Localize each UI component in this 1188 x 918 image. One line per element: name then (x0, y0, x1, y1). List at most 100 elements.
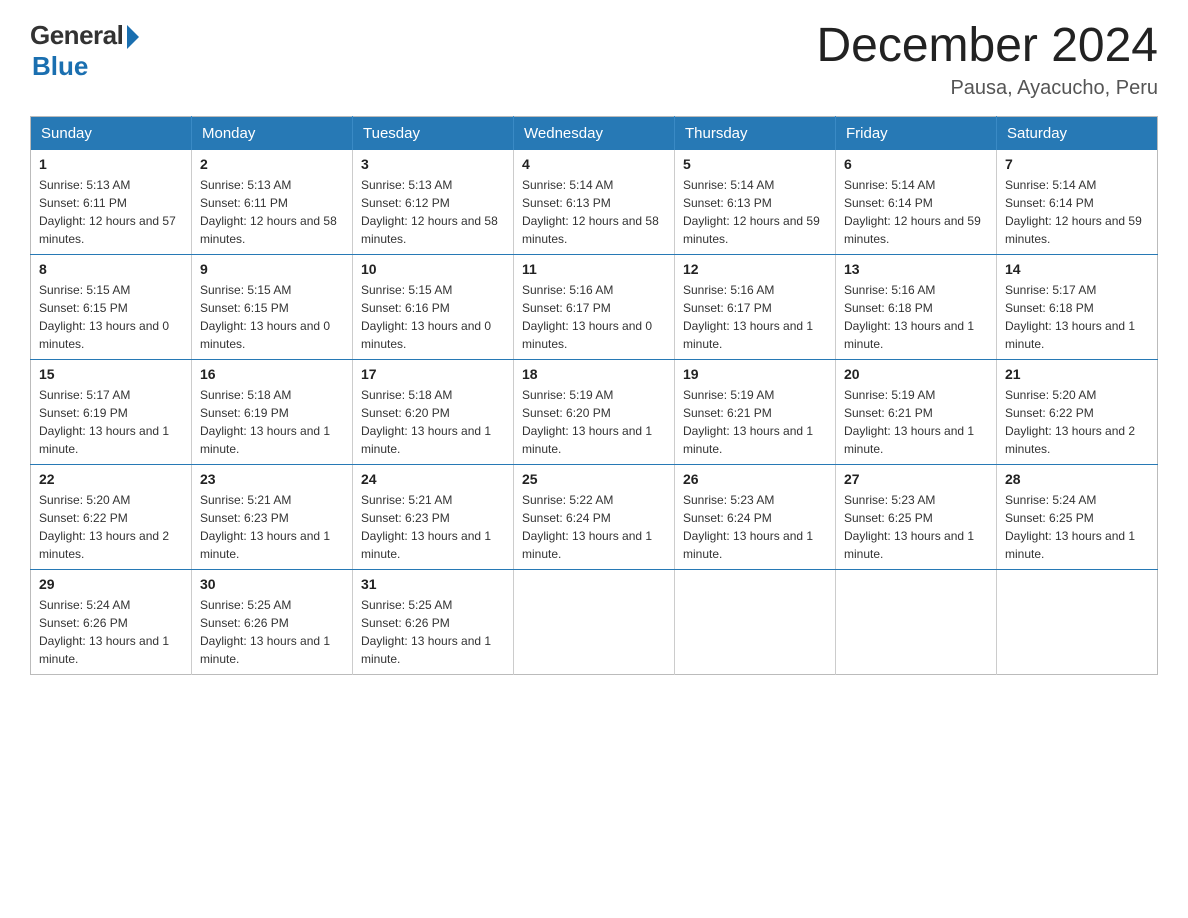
calendar-day-cell: 17 Sunrise: 5:18 AMSunset: 6:20 PMDaylig… (353, 359, 514, 464)
day-info: Sunrise: 5:15 AMSunset: 6:15 PMDaylight:… (200, 283, 330, 351)
day-number: 2 (200, 156, 344, 172)
day-info: Sunrise: 5:22 AMSunset: 6:24 PMDaylight:… (522, 493, 652, 561)
day-info: Sunrise: 5:13 AMSunset: 6:11 PMDaylight:… (200, 178, 337, 246)
day-number: 13 (844, 261, 988, 277)
day-info: Sunrise: 5:16 AMSunset: 6:18 PMDaylight:… (844, 283, 974, 351)
calendar-day-cell: 30 Sunrise: 5:25 AMSunset: 6:26 PMDaylig… (192, 569, 353, 674)
day-info: Sunrise: 5:16 AMSunset: 6:17 PMDaylight:… (522, 283, 652, 351)
day-info: Sunrise: 5:14 AMSunset: 6:14 PMDaylight:… (1005, 178, 1142, 246)
day-info: Sunrise: 5:13 AMSunset: 6:11 PMDaylight:… (39, 178, 176, 246)
calendar-day-cell: 19 Sunrise: 5:19 AMSunset: 6:21 PMDaylig… (675, 359, 836, 464)
day-info: Sunrise: 5:19 AMSunset: 6:21 PMDaylight:… (683, 388, 813, 456)
weekday-header-sunday: Sunday (31, 116, 192, 150)
location-title: Pausa, Ayacucho, Peru (816, 77, 1158, 100)
calendar-day-cell: 2 Sunrise: 5:13 AMSunset: 6:11 PMDayligh… (192, 150, 353, 255)
weekday-header-monday: Monday (192, 116, 353, 150)
calendar-week-row: 1 Sunrise: 5:13 AMSunset: 6:11 PMDayligh… (31, 150, 1158, 255)
calendar-day-cell: 25 Sunrise: 5:22 AMSunset: 6:24 PMDaylig… (514, 464, 675, 569)
day-info: Sunrise: 5:21 AMSunset: 6:23 PMDaylight:… (361, 493, 491, 561)
calendar-day-cell: 26 Sunrise: 5:23 AMSunset: 6:24 PMDaylig… (675, 464, 836, 569)
day-number: 28 (1005, 471, 1149, 487)
day-number: 10 (361, 261, 505, 277)
day-number: 7 (1005, 156, 1149, 172)
calendar-week-row: 15 Sunrise: 5:17 AMSunset: 6:19 PMDaylig… (31, 359, 1158, 464)
day-info: Sunrise: 5:23 AMSunset: 6:25 PMDaylight:… (844, 493, 974, 561)
calendar-day-cell: 10 Sunrise: 5:15 AMSunset: 6:16 PMDaylig… (353, 254, 514, 359)
calendar-day-cell: 4 Sunrise: 5:14 AMSunset: 6:13 PMDayligh… (514, 150, 675, 255)
day-number: 25 (522, 471, 666, 487)
calendar-day-cell: 29 Sunrise: 5:24 AMSunset: 6:26 PMDaylig… (31, 569, 192, 674)
day-number: 23 (200, 471, 344, 487)
day-number: 15 (39, 366, 183, 382)
calendar-day-cell: 3 Sunrise: 5:13 AMSunset: 6:12 PMDayligh… (353, 150, 514, 255)
logo-blue-text: Blue (32, 51, 88, 82)
logo-general-text: General (30, 20, 123, 51)
day-number: 27 (844, 471, 988, 487)
day-number: 4 (522, 156, 666, 172)
calendar-day-cell (675, 569, 836, 674)
day-info: Sunrise: 5:13 AMSunset: 6:12 PMDaylight:… (361, 178, 498, 246)
day-number: 21 (1005, 366, 1149, 382)
day-info: Sunrise: 5:20 AMSunset: 6:22 PMDaylight:… (1005, 388, 1135, 456)
calendar-day-cell: 14 Sunrise: 5:17 AMSunset: 6:18 PMDaylig… (997, 254, 1158, 359)
day-number: 19 (683, 366, 827, 382)
day-number: 30 (200, 576, 344, 592)
day-info: Sunrise: 5:24 AMSunset: 6:25 PMDaylight:… (1005, 493, 1135, 561)
day-info: Sunrise: 5:14 AMSunset: 6:14 PMDaylight:… (844, 178, 981, 246)
day-info: Sunrise: 5:20 AMSunset: 6:22 PMDaylight:… (39, 493, 169, 561)
logo-arrow-icon (127, 25, 139, 49)
calendar-day-cell: 13 Sunrise: 5:16 AMSunset: 6:18 PMDaylig… (836, 254, 997, 359)
day-number: 22 (39, 471, 183, 487)
title-section: December 2024 Pausa, Ayacucho, Peru (816, 20, 1158, 100)
logo: General Blue (30, 20, 139, 82)
calendar-day-cell: 11 Sunrise: 5:16 AMSunset: 6:17 PMDaylig… (514, 254, 675, 359)
day-number: 31 (361, 576, 505, 592)
calendar-day-cell: 20 Sunrise: 5:19 AMSunset: 6:21 PMDaylig… (836, 359, 997, 464)
calendar-day-cell: 8 Sunrise: 5:15 AMSunset: 6:15 PMDayligh… (31, 254, 192, 359)
day-number: 9 (200, 261, 344, 277)
calendar-day-cell (997, 569, 1158, 674)
calendar-day-cell: 23 Sunrise: 5:21 AMSunset: 6:23 PMDaylig… (192, 464, 353, 569)
calendar-day-cell (514, 569, 675, 674)
calendar-day-cell: 27 Sunrise: 5:23 AMSunset: 6:25 PMDaylig… (836, 464, 997, 569)
weekday-header-saturday: Saturday (997, 116, 1158, 150)
weekday-header-friday: Friday (836, 116, 997, 150)
day-info: Sunrise: 5:21 AMSunset: 6:23 PMDaylight:… (200, 493, 330, 561)
calendar-week-row: 22 Sunrise: 5:20 AMSunset: 6:22 PMDaylig… (31, 464, 1158, 569)
calendar-day-cell: 31 Sunrise: 5:25 AMSunset: 6:26 PMDaylig… (353, 569, 514, 674)
calendar-day-cell: 7 Sunrise: 5:14 AMSunset: 6:14 PMDayligh… (997, 150, 1158, 255)
day-info: Sunrise: 5:15 AMSunset: 6:15 PMDaylight:… (39, 283, 169, 351)
calendar-day-cell: 15 Sunrise: 5:17 AMSunset: 6:19 PMDaylig… (31, 359, 192, 464)
day-info: Sunrise: 5:15 AMSunset: 6:16 PMDaylight:… (361, 283, 491, 351)
day-number: 17 (361, 366, 505, 382)
calendar-day-cell: 6 Sunrise: 5:14 AMSunset: 6:14 PMDayligh… (836, 150, 997, 255)
calendar-day-cell: 18 Sunrise: 5:19 AMSunset: 6:20 PMDaylig… (514, 359, 675, 464)
day-number: 20 (844, 366, 988, 382)
page-header: General Blue December 2024 Pausa, Ayacuc… (30, 20, 1158, 100)
day-number: 8 (39, 261, 183, 277)
calendar-day-cell: 16 Sunrise: 5:18 AMSunset: 6:19 PMDaylig… (192, 359, 353, 464)
calendar-day-cell (836, 569, 997, 674)
day-info: Sunrise: 5:16 AMSunset: 6:17 PMDaylight:… (683, 283, 813, 351)
day-info: Sunrise: 5:17 AMSunset: 6:18 PMDaylight:… (1005, 283, 1135, 351)
calendar-table: SundayMondayTuesdayWednesdayThursdayFrid… (30, 116, 1158, 675)
weekday-header-row: SundayMondayTuesdayWednesdayThursdayFrid… (31, 116, 1158, 150)
calendar-day-cell: 21 Sunrise: 5:20 AMSunset: 6:22 PMDaylig… (997, 359, 1158, 464)
calendar-day-cell: 9 Sunrise: 5:15 AMSunset: 6:15 PMDayligh… (192, 254, 353, 359)
day-info: Sunrise: 5:18 AMSunset: 6:19 PMDaylight:… (200, 388, 330, 456)
calendar-day-cell: 24 Sunrise: 5:21 AMSunset: 6:23 PMDaylig… (353, 464, 514, 569)
calendar-day-cell: 28 Sunrise: 5:24 AMSunset: 6:25 PMDaylig… (997, 464, 1158, 569)
day-info: Sunrise: 5:14 AMSunset: 6:13 PMDaylight:… (522, 178, 659, 246)
day-number: 3 (361, 156, 505, 172)
day-number: 11 (522, 261, 666, 277)
calendar-day-cell: 1 Sunrise: 5:13 AMSunset: 6:11 PMDayligh… (31, 150, 192, 255)
day-number: 16 (200, 366, 344, 382)
calendar-day-cell: 12 Sunrise: 5:16 AMSunset: 6:17 PMDaylig… (675, 254, 836, 359)
day-number: 26 (683, 471, 827, 487)
day-info: Sunrise: 5:14 AMSunset: 6:13 PMDaylight:… (683, 178, 820, 246)
day-number: 24 (361, 471, 505, 487)
day-number: 29 (39, 576, 183, 592)
month-title: December 2024 (816, 20, 1158, 73)
day-number: 6 (844, 156, 988, 172)
day-info: Sunrise: 5:25 AMSunset: 6:26 PMDaylight:… (200, 598, 330, 666)
